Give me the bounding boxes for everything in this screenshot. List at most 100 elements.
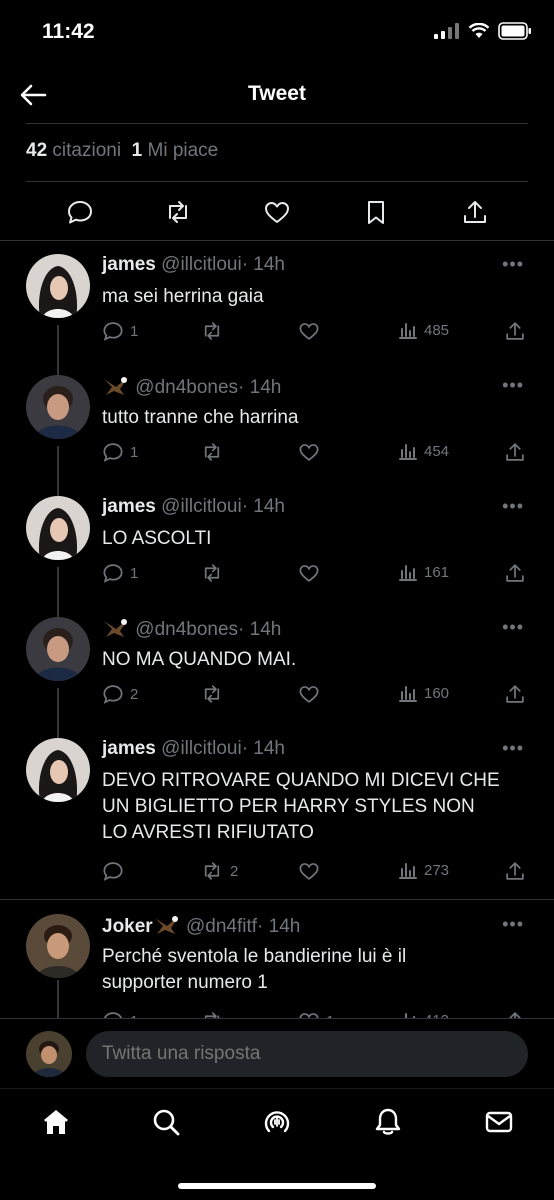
status-icons bbox=[434, 22, 532, 40]
like-action[interactable] bbox=[298, 860, 326, 882]
spaces-icon[interactable] bbox=[262, 1107, 292, 1137]
user-handle[interactable]: @dn4bones bbox=[135, 377, 238, 398]
share-action[interactable] bbox=[504, 320, 526, 342]
thread-line bbox=[57, 688, 59, 738]
reply-composer bbox=[0, 1018, 554, 1088]
reply-icon bbox=[103, 443, 123, 462]
tweet-actions: 2 160 bbox=[102, 683, 530, 707]
like-heart-icon bbox=[299, 444, 319, 461]
display-name[interactable]: james bbox=[102, 254, 156, 275]
views-action[interactable]: 273 bbox=[398, 860, 449, 880]
share-action[interactable] bbox=[504, 683, 526, 705]
reply-input[interactable] bbox=[86, 1031, 528, 1077]
reply-action[interactable] bbox=[102, 860, 130, 882]
views-action[interactable]: 160 bbox=[398, 683, 449, 703]
tweet-actions: 1 454 bbox=[102, 441, 530, 465]
reply-count: 1 bbox=[130, 564, 139, 582]
display-name[interactable]: james bbox=[102, 738, 156, 759]
retweet-action[interactable] bbox=[200, 441, 230, 463]
views-count: 485 bbox=[424, 321, 450, 339]
reply-action[interactable]: 1 bbox=[102, 562, 138, 584]
tweet-header: james @illcitloui· 14h bbox=[102, 496, 285, 518]
user-handle[interactable]: @dn4bones bbox=[135, 619, 238, 640]
reply-icon bbox=[103, 862, 123, 881]
avatar[interactable] bbox=[26, 738, 90, 802]
more-options-icon[interactable]: ••• bbox=[502, 738, 524, 759]
display-name[interactable]: Joker bbox=[102, 916, 153, 937]
views-action[interactable]: 485 bbox=[398, 320, 449, 340]
tweet-time: · 14h bbox=[238, 377, 282, 398]
like-action[interactable] bbox=[298, 441, 326, 463]
views-action[interactable]: 454 bbox=[398, 441, 449, 461]
tweet-time: · 14h bbox=[241, 738, 285, 759]
like-heart-icon bbox=[299, 686, 319, 703]
likes-count[interactable]: 1 bbox=[132, 140, 143, 161]
more-options-icon[interactable]: ••• bbox=[502, 254, 524, 275]
avatar[interactable] bbox=[26, 254, 90, 318]
like-action[interactable] bbox=[298, 562, 326, 584]
share-action[interactable] bbox=[504, 860, 526, 882]
retweet-action[interactable] bbox=[200, 562, 230, 584]
share-icon[interactable] bbox=[461, 198, 489, 226]
share-action[interactable] bbox=[504, 562, 526, 584]
user-handle[interactable]: @dn4fitf bbox=[186, 916, 257, 937]
search-icon[interactable] bbox=[151, 1107, 181, 1137]
user-handle[interactable]: @illcitloui bbox=[161, 738, 242, 759]
notifications-bell-icon[interactable] bbox=[373, 1107, 403, 1137]
reply-action[interactable]: 2 bbox=[102, 683, 138, 705]
share-icon bbox=[506, 443, 524, 461]
retweet-count: 2 bbox=[230, 862, 239, 880]
tweet-header: @dn4bones· 14h bbox=[102, 617, 281, 641]
thread-divider bbox=[0, 899, 554, 900]
more-options-icon[interactable]: ••• bbox=[502, 617, 524, 638]
eagle-emoji-icon bbox=[104, 377, 128, 395]
tweet-time: · 14h bbox=[257, 916, 301, 937]
like-heart-icon bbox=[299, 323, 319, 340]
more-options-icon[interactable]: ••• bbox=[502, 914, 524, 935]
views-chart-icon bbox=[399, 863, 417, 879]
tweet-text: NO MA QUANDO MAI. bbox=[102, 649, 297, 670]
reply-icon bbox=[103, 564, 123, 583]
like-action[interactable] bbox=[298, 683, 326, 705]
current-user-avatar[interactable] bbox=[26, 1031, 72, 1077]
share-action[interactable] bbox=[504, 441, 526, 463]
reply-icon[interactable] bbox=[66, 198, 94, 226]
wifi-icon bbox=[468, 23, 490, 38]
like-heart-icon[interactable] bbox=[263, 198, 291, 226]
avatar[interactable] bbox=[26, 375, 90, 439]
more-options-icon[interactable]: ••• bbox=[502, 496, 524, 517]
retweet-action[interactable] bbox=[200, 320, 230, 342]
tweet-actions: 1 161 bbox=[102, 562, 530, 586]
tweet-time: · 14h bbox=[238, 619, 282, 640]
share-icon bbox=[506, 564, 524, 582]
tweet-time: · 14h bbox=[241, 496, 285, 517]
tweet-header: james @illcitloui· 14h bbox=[102, 738, 285, 760]
views-action[interactable]: 161 bbox=[398, 562, 449, 582]
more-options-icon[interactable]: ••• bbox=[502, 375, 524, 396]
reply-action[interactable]: 1 bbox=[102, 441, 138, 463]
retweet-icon[interactable] bbox=[164, 198, 192, 226]
likes-label[interactable]: Mi piace bbox=[148, 140, 219, 161]
views-chart-icon bbox=[399, 444, 417, 460]
reply-action[interactable]: 1 bbox=[102, 320, 138, 342]
page-title: Tweet bbox=[248, 82, 306, 105]
avatar[interactable] bbox=[26, 496, 90, 560]
home-icon[interactable] bbox=[41, 1107, 71, 1137]
share-icon bbox=[506, 322, 524, 340]
avatar[interactable] bbox=[26, 617, 90, 681]
reply-count: 1 bbox=[130, 322, 139, 340]
avatar[interactable] bbox=[26, 914, 90, 978]
quotes-count[interactable]: 42 bbox=[26, 140, 47, 161]
actions-divider bbox=[0, 240, 554, 241]
messages-envelope-icon[interactable] bbox=[484, 1107, 514, 1137]
bookmark-icon[interactable] bbox=[362, 198, 390, 226]
user-handle[interactable]: @illcitloui bbox=[161, 496, 242, 517]
user-handle[interactable]: @illcitloui bbox=[161, 254, 242, 275]
retweet-action[interactable]: 2 bbox=[200, 860, 238, 882]
eagle-emoji-icon bbox=[104, 619, 128, 637]
retweet-action[interactable] bbox=[200, 683, 230, 705]
display-name[interactable]: james bbox=[102, 496, 156, 517]
tweet-actions: 2 273 bbox=[102, 860, 530, 884]
quotes-label[interactable]: citazioni bbox=[52, 140, 121, 161]
like-action[interactable] bbox=[298, 320, 326, 342]
